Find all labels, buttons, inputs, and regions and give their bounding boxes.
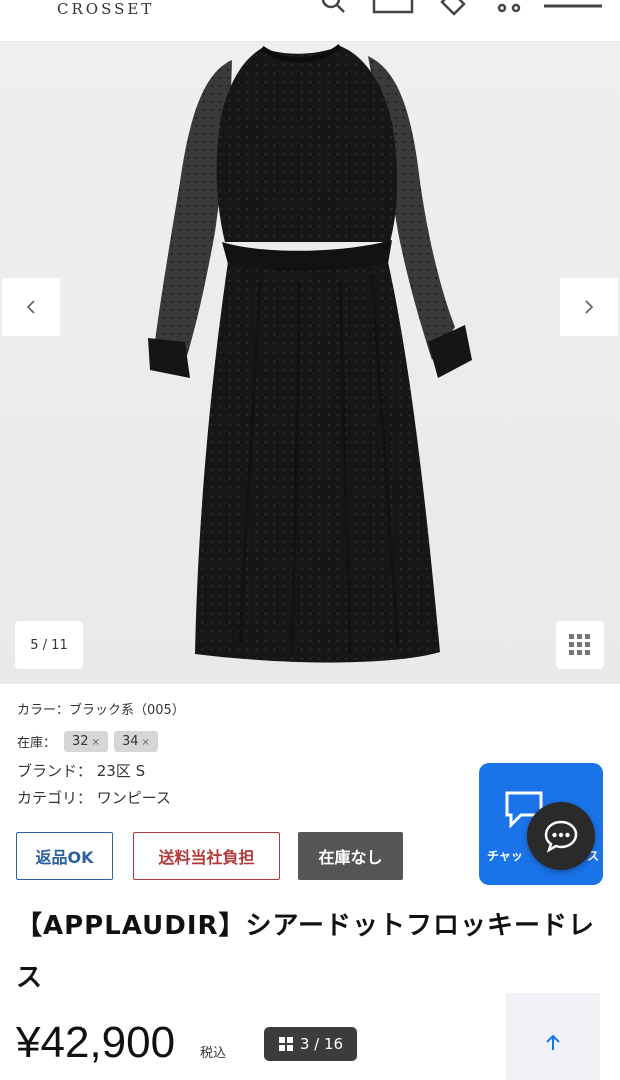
tax-label: 税込 [200, 1046, 227, 1061]
site-logo[interactable]: CROSSET [57, 0, 154, 18]
product-image [148, 44, 472, 663]
product-image-gallery[interactable]: 5 / 11 [0, 42, 620, 684]
size-chip[interactable]: 32 × [64, 731, 108, 752]
grid-icon [278, 1037, 293, 1051]
chat-icon [544, 820, 578, 853]
category-info: カテゴリ： ワンピース [17, 789, 172, 807]
product-title: 【APPLAUDIR】シアードットフロッキードレス [16, 911, 595, 993]
tag-icon[interactable] [438, 0, 468, 16]
brand-info: ブランド： 23区 S [17, 762, 146, 780]
chevron-right-icon [585, 300, 594, 314]
size-chip[interactable]: 34 × [113, 731, 158, 752]
arrow-up-icon [546, 1034, 560, 1050]
out-of-stock-badge: 在庫なし [298, 832, 403, 880]
scroll-to-top-button[interactable] [506, 993, 600, 1080]
site-header: CROSSET [0, 0, 620, 42]
next-image-button[interactable] [560, 278, 618, 336]
page-indicator-label: 3 / 16 [299, 1035, 344, 1053]
product-price: ¥42,900 [16, 1018, 176, 1067]
page-indicator[interactable]: 3 / 16 [264, 1027, 357, 1061]
color-info: カラー：ブラック系（005） [17, 703, 185, 718]
mail-icon[interactable] [372, 0, 414, 16]
image-counter: 5 / 11 [15, 621, 83, 669]
grid-view-button[interactable] [556, 621, 604, 669]
menu-icon[interactable] [542, 0, 604, 16]
free-shipping-badge: 送料当社負担 [133, 832, 280, 880]
prev-image-button[interactable] [2, 278, 60, 336]
return-ok-badge: 返品OK [16, 832, 113, 880]
chat-label: チャッ [487, 849, 523, 863]
chevron-left-icon [26, 300, 35, 314]
stock-info: 在庫： 32 × 34 × [17, 731, 164, 752]
grid-icon [569, 634, 590, 655]
cart-icon[interactable] [494, 0, 524, 16]
stock-label: 在庫： [17, 736, 57, 751]
search-icon[interactable] [318, 0, 348, 16]
chat-fab-button[interactable] [527, 802, 595, 870]
